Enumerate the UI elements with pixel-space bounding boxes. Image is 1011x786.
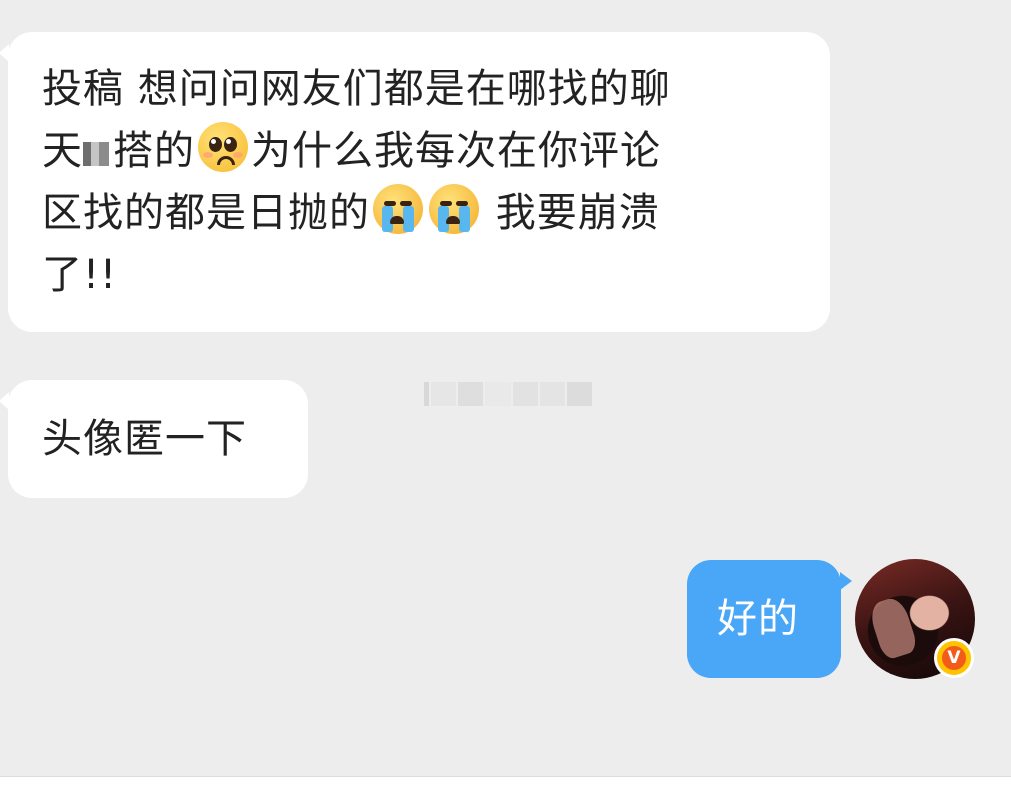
message-bubble-incoming[interactable]: 头像匿一下 <box>8 380 308 498</box>
message-text: 头像匿一下 <box>42 416 247 462</box>
message-text: 好的 <box>717 596 799 642</box>
message-line: 投稿 想问问网友们都是在哪找的聊 <box>42 66 671 112</box>
loudly-crying-face-icon <box>373 184 423 234</box>
loudly-crying-face-icon <box>429 184 479 234</box>
watermark <box>424 380 592 408</box>
pleading-face-icon <box>198 122 248 172</box>
message-line: 天搭的 为什么我每次在你评论 <box>42 120 790 182</box>
message-bubble-incoming[interactable]: 投稿 想问问网友们都是在哪找的聊 天搭的 为什么我每次在你评论 区找的都是日抛的 … <box>8 32 830 332</box>
redacted-mosaic <box>83 142 109 166</box>
message-line: 区找的都是日抛的 我要崩溃 <box>42 182 790 244</box>
message-bubble-outgoing[interactable]: 好的 <box>687 560 841 678</box>
message-line: 了!! <box>42 252 118 298</box>
outgoing-bubble-tail <box>840 572 852 590</box>
verified-badge-label: V <box>942 646 966 670</box>
verified-badge-icon: V <box>934 638 974 678</box>
